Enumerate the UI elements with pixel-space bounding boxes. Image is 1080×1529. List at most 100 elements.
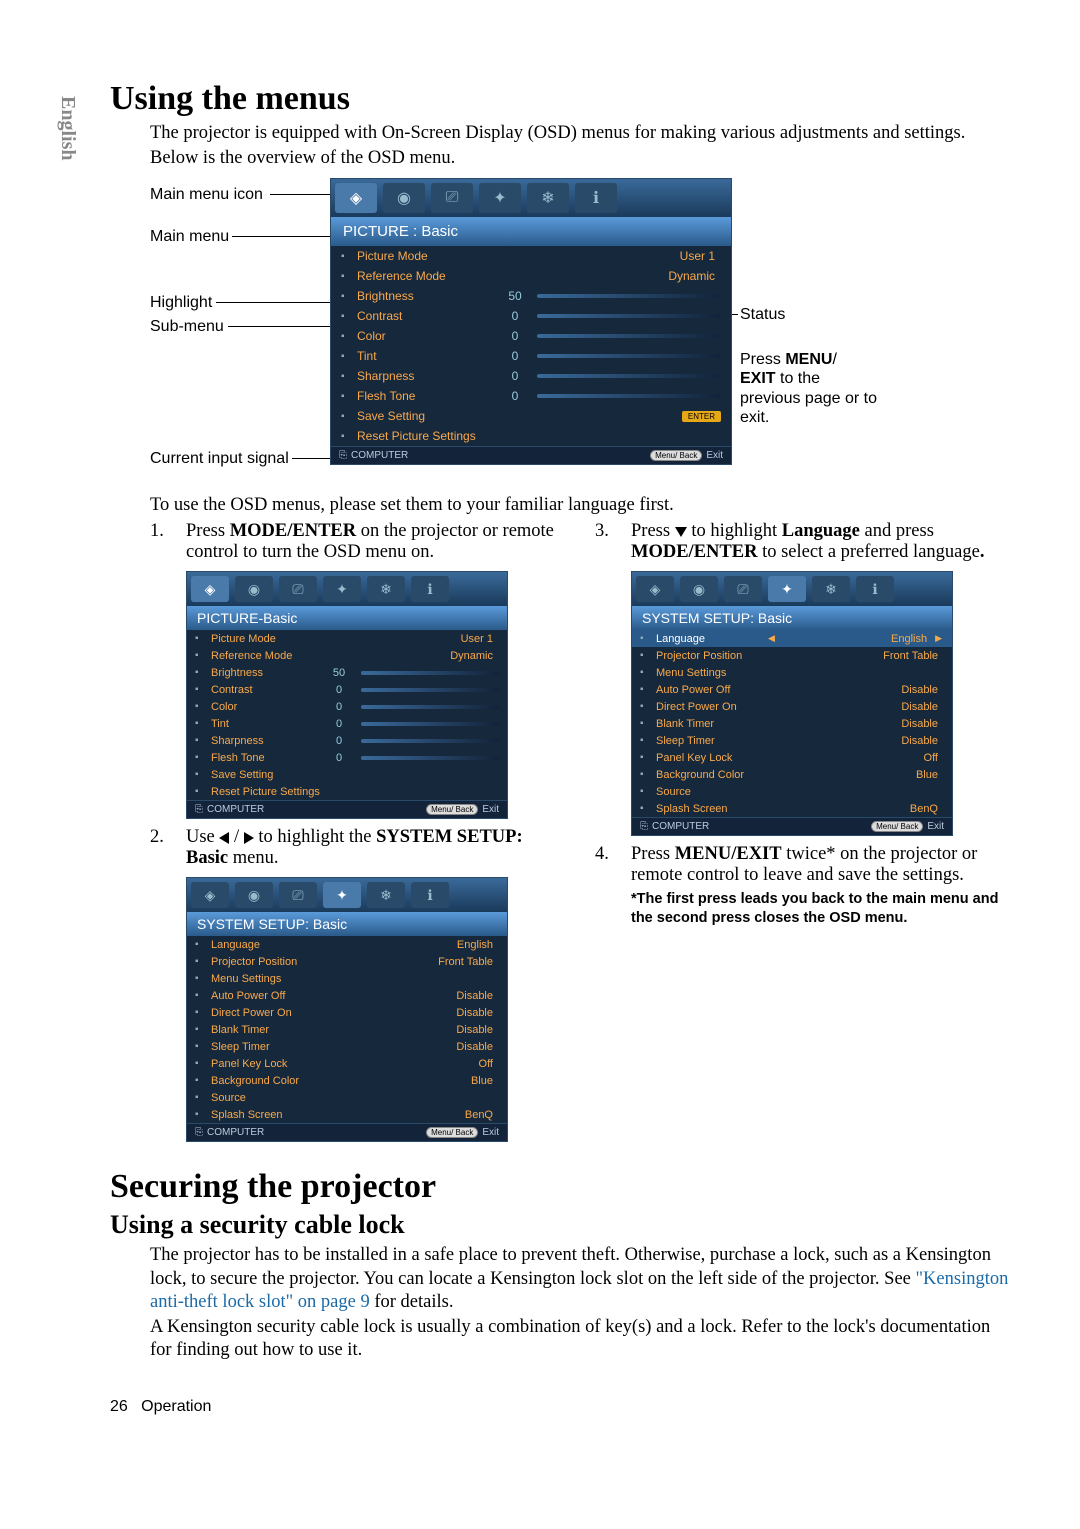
osd-row: ▪Picture ModeUser 1 bbox=[187, 630, 507, 647]
osd-row: ▪Sleep TimerDisable bbox=[187, 1038, 507, 1055]
row-icon: ▪ bbox=[640, 633, 656, 644]
step-number: 3. bbox=[595, 521, 613, 563]
row-textvalue: English bbox=[891, 633, 933, 645]
osd-title: SYSTEM SETUP: Basic bbox=[187, 912, 507, 936]
osd-row: ▪Contrast0 bbox=[331, 306, 731, 326]
row-label: Auto Power Off bbox=[211, 990, 321, 1002]
osd-row: ▪Source bbox=[187, 1089, 507, 1106]
osd-row: ▪Tint0 bbox=[187, 715, 507, 732]
row-value: 50 bbox=[321, 667, 357, 679]
osd-row: ▪Reference ModeDynamic bbox=[187, 647, 507, 664]
row-icon: ▪ bbox=[195, 650, 211, 661]
row-label: Panel Key Lock bbox=[656, 752, 766, 764]
step-text: to highlight the bbox=[254, 827, 376, 847]
osd-row: ▪Sharpness0 bbox=[331, 366, 731, 386]
row-label: Menu Settings bbox=[211, 973, 321, 985]
row-label: Direct Power On bbox=[211, 1007, 321, 1019]
row-value: 0 bbox=[497, 349, 533, 363]
row-slider bbox=[361, 756, 499, 760]
row-textvalue: Disable bbox=[766, 718, 944, 730]
input-icon: ⎘ bbox=[339, 450, 347, 461]
row-label: Language bbox=[656, 633, 766, 645]
row-label: Color bbox=[357, 329, 497, 343]
input-icon: ⎘ bbox=[195, 804, 203, 815]
row-slider bbox=[361, 722, 499, 726]
step-3: 3. Press to highlight Language and press… bbox=[595, 521, 1010, 563]
row-label: Reset Picture Settings bbox=[211, 786, 321, 798]
row-label: Color bbox=[211, 701, 321, 713]
row-textvalue: Off bbox=[766, 752, 944, 764]
osd-footer: ⎘ COMPUTER Menu/ Back Exit bbox=[632, 817, 952, 835]
row-icon: ▪ bbox=[341, 291, 357, 302]
row-icon: ▪ bbox=[195, 752, 211, 763]
step-text: Press bbox=[631, 844, 675, 864]
osd-tab-icon: ◈ bbox=[636, 576, 674, 602]
row-textvalue: English bbox=[321, 939, 499, 951]
osd-footer: ⎘ COMPUTER Menu/ Back Exit bbox=[187, 800, 507, 818]
callout-main-menu: Main menu bbox=[150, 228, 229, 246]
row-textvalue: BenQ bbox=[321, 1109, 499, 1121]
row-icon: ▪ bbox=[341, 251, 357, 262]
osd-row: ▪Brightness50 bbox=[187, 664, 507, 681]
row-icon: ▪ bbox=[640, 786, 656, 797]
row-icon: ▪ bbox=[341, 311, 357, 322]
row-label: Sleep Timer bbox=[656, 735, 766, 747]
row-icon: ▪ bbox=[195, 1007, 211, 1018]
row-textvalue: Disable bbox=[321, 1024, 499, 1036]
osd-row: ▪Brightness50 bbox=[331, 286, 731, 306]
row-label: Source bbox=[656, 786, 766, 798]
heading-securing-projector: Securing the projector bbox=[110, 1168, 1010, 1206]
row-icon: ▪ bbox=[341, 391, 357, 402]
osd-footer: ⎘ COMPUTER Menu/ Back Exit bbox=[331, 446, 731, 464]
row-icon: ▪ bbox=[341, 371, 357, 382]
osd-row: ▪Background ColorBlue bbox=[632, 766, 952, 783]
osd-row: ▪Auto Power OffDisable bbox=[632, 681, 952, 698]
osd-row: ▪Reference ModeDynamic bbox=[331, 266, 731, 286]
row-textvalue: Off bbox=[321, 1058, 499, 1070]
row-label: Language bbox=[211, 939, 321, 951]
row-textvalue: Front Table bbox=[321, 956, 499, 968]
osd-row: ▪Direct Power OnDisable bbox=[187, 1004, 507, 1021]
row-textvalue: BenQ bbox=[766, 803, 944, 815]
callout-main-menu-icon: Main menu icon bbox=[150, 186, 263, 204]
row-value: 50 bbox=[497, 289, 533, 303]
footer-input-label: COMPUTER bbox=[351, 450, 408, 461]
row-icon: ▪ bbox=[195, 718, 211, 729]
footer-input-label: COMPUTER bbox=[207, 1127, 264, 1138]
row-label: Tint bbox=[211, 718, 321, 730]
callout-press-menu-exit: Press MENU/EXIT to the previous page or … bbox=[740, 350, 880, 427]
osd-tab-icon: ◈ bbox=[191, 882, 229, 908]
row-icon: ▪ bbox=[640, 684, 656, 695]
row-icon: ▪ bbox=[640, 650, 656, 661]
osd-row: ▪Background ColorBlue bbox=[187, 1072, 507, 1089]
row-label: Menu Settings bbox=[656, 667, 766, 679]
input-icon: ⎘ bbox=[195, 1127, 203, 1138]
osd-row: ▪Flesh Tone0 bbox=[331, 386, 731, 406]
row-label: Picture Mode bbox=[357, 249, 497, 263]
menu-back-pill: Menu/ Back bbox=[650, 450, 702, 461]
row-textvalue: Disable bbox=[321, 1041, 499, 1053]
osd-row: ▪Menu Settings bbox=[187, 970, 507, 987]
row-label: Contrast bbox=[211, 684, 321, 696]
row-textvalue: User 1 bbox=[321, 633, 499, 645]
row-icon: ▪ bbox=[195, 1109, 211, 1120]
row-textvalue: Blue bbox=[766, 769, 944, 781]
row-icon: ▪ bbox=[195, 735, 211, 746]
footer-exit-label: Exit bbox=[706, 450, 723, 461]
osd-tab-icon: ℹ bbox=[411, 576, 449, 602]
row-icon: ▪ bbox=[341, 331, 357, 342]
row-value: 0 bbox=[321, 718, 357, 730]
input-icon: ⎘ bbox=[640, 821, 648, 832]
row-slider bbox=[537, 374, 721, 378]
osd-tab-icon: ℹ bbox=[411, 882, 449, 908]
row-slider bbox=[537, 294, 721, 298]
osd-tab-icon: ◉ bbox=[680, 576, 718, 602]
after-diagram-note: To use the OSD menus, please set them to… bbox=[150, 494, 1010, 517]
osd-tab-icon: ❄ bbox=[812, 576, 850, 602]
footer-input-label: COMPUTER bbox=[207, 804, 264, 815]
step-text: to highlight bbox=[687, 521, 782, 541]
row-icon: ▪ bbox=[640, 752, 656, 763]
row-textvalue: Disable bbox=[766, 701, 944, 713]
language-tab: English bbox=[56, 96, 79, 160]
row-label: Splash Screen bbox=[211, 1109, 321, 1121]
